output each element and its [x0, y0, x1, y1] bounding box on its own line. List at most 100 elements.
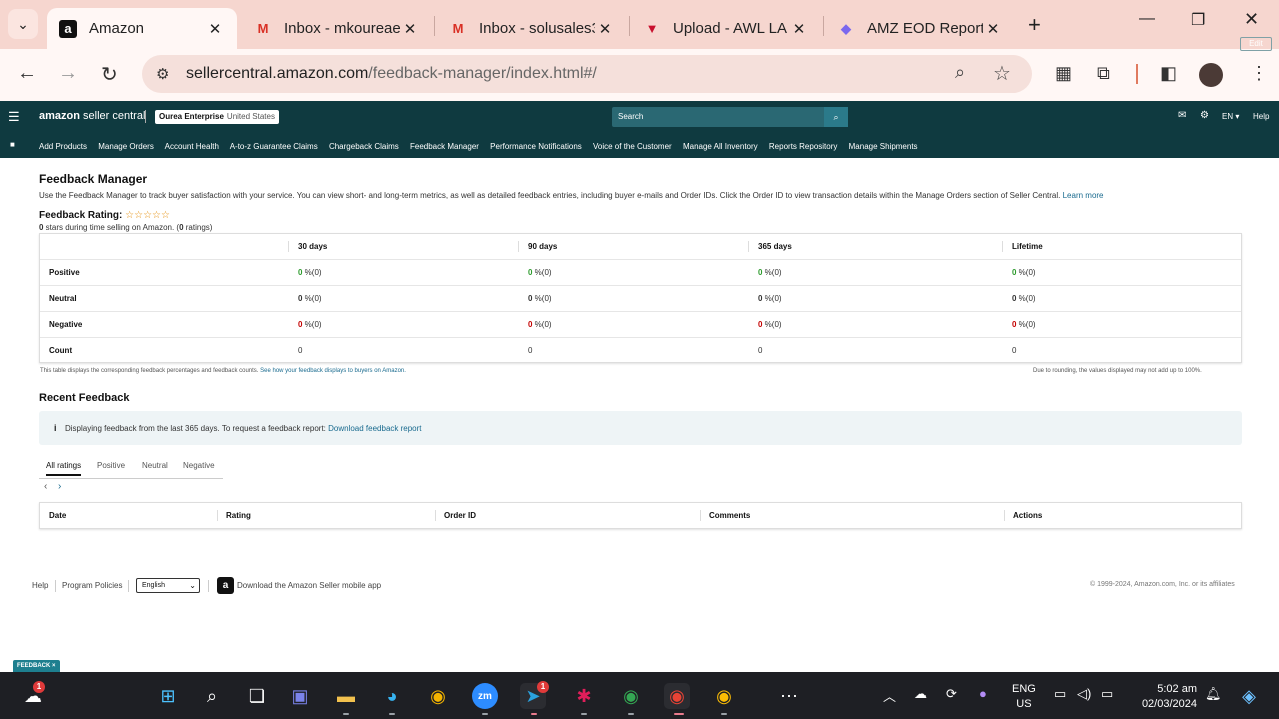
chrome-profile-icon[interactable]: ◉ — [711, 683, 737, 709]
mobile-app-link[interactable]: Download the Amazon Seller mobile app — [237, 581, 381, 590]
buyer-display-link[interactable]: See how your feedback displays to buyers… — [260, 368, 406, 374]
close-icon[interactable]: ✕ — [789, 20, 809, 38]
teams-icon[interactable]: ▣ — [287, 683, 313, 709]
nav-voice-of-customer[interactable]: Voice of the Customer — [593, 142, 672, 151]
forward-icon[interactable]: → — [58, 62, 78, 85]
feedback-tab[interactable]: FEEDBACK × — [13, 660, 60, 672]
nav-add-products[interactable]: Add Products — [39, 142, 87, 151]
copilot-icon[interactable]: ◈ — [1236, 683, 1262, 709]
nav-performance-notifications[interactable]: Performance Notifications — [490, 142, 582, 151]
nav-manage-shipments[interactable]: Manage Shipments — [849, 142, 918, 151]
menu-kebab-icon[interactable]: ⋮ — [1250, 63, 1268, 84]
chrome-profile-icon[interactable]: ◉ — [618, 683, 644, 709]
nav-a-to-z-claims[interactable]: A-to-z Guarantee Claims — [230, 142, 318, 151]
minimize-icon[interactable]: — — [1139, 10, 1155, 28]
language-select[interactable]: English ⌄ — [136, 578, 200, 593]
nav-manage-orders[interactable]: Manage Orders — [98, 142, 154, 151]
edit-nav-button[interactable]: Edit — [1240, 37, 1272, 51]
search-icon[interactable]: ⌕ — [199, 683, 225, 709]
column-header-comments[interactable]: Comments — [709, 511, 750, 520]
tab-search-button[interactable]: ⌄ — [8, 9, 38, 39]
zoom-icon[interactable]: ⌕ — [955, 62, 965, 83]
task-view-icon[interactable]: ❏ — [244, 683, 270, 709]
qr-code-icon[interactable]: ▦ — [1055, 63, 1072, 84]
browser-tab-gmail-1[interactable]: M Inbox - mkoureae ✕ — [242, 8, 432, 49]
nav-account-health[interactable]: Account Health — [165, 142, 219, 151]
column-header-order-id[interactable]: Order ID — [444, 511, 476, 520]
network-icon[interactable]: ▭ — [1054, 686, 1066, 702]
url-text[interactable]: sellercentral.amazon.com/feedback-manage… — [186, 65, 597, 83]
drive-icon[interactable]: ☁ — [914, 686, 927, 702]
language-selector[interactable]: EN ▾ — [1222, 112, 1239, 121]
learn-more-link[interactable]: Learn more — [1063, 191, 1104, 200]
close-icon[interactable]: ✕ — [400, 20, 420, 38]
nav-reports-repository[interactable]: Reports Repository — [769, 142, 837, 151]
bookmark-icon[interactable]: ■ — [10, 140, 15, 149]
column-header-actions[interactable]: Actions — [1013, 511, 1042, 520]
program-policies-link[interactable]: Program Policies — [62, 581, 122, 590]
close-icon[interactable]: ✕ — [983, 20, 1003, 38]
chevron-down-icon: ⌄ — [189, 581, 196, 590]
row-divider — [40, 337, 1241, 338]
reload-icon[interactable]: ↻ — [101, 62, 118, 87]
column-header: 365 days — [758, 242, 792, 251]
chrome-icon[interactable]: ◉ — [425, 683, 451, 709]
tab-neutral[interactable]: Neutral — [142, 461, 168, 470]
address-bar[interactable]: ⚙ sellercentral.amazon.com/feedback-mana… — [142, 55, 1032, 93]
browser-tab-amazon[interactable]: a Amazon ✕ — [47, 8, 237, 49]
search-icon[interactable]: ⌕ — [824, 107, 848, 127]
logo-light: seller central — [79, 110, 146, 122]
tab-positive[interactable]: Positive — [97, 461, 125, 470]
sync-icon[interactable]: ⟳ — [946, 686, 957, 702]
tab-negative[interactable]: Negative — [183, 461, 215, 470]
chevron-right-icon[interactable]: › — [58, 481, 61, 492]
language-indicator[interactable]: ENG US — [1012, 682, 1036, 712]
volume-icon[interactable]: ◁) — [1077, 686, 1091, 702]
browser-tab-gmail-2[interactable]: M Inbox - solusales3 ✕ — [437, 8, 627, 49]
chrome-profile-active-icon[interactable]: ◉ — [664, 683, 690, 709]
mail-icon[interactable]: ✉ — [1178, 110, 1186, 121]
windows-start-icon[interactable]: ⊞ — [155, 683, 181, 709]
search-input[interactable]: Search — [612, 107, 824, 127]
more-apps-icon[interactable]: ⋯ — [776, 683, 802, 709]
nav-manage-inventory[interactable]: Manage All Inventory — [683, 142, 758, 151]
file-explorer-icon[interactable]: ▬ — [333, 683, 359, 709]
hamburger-menu-icon[interactable]: ☰ — [8, 109, 20, 125]
site-info-icon[interactable]: ⚙ — [156, 65, 169, 83]
gear-icon[interactable]: ⚙ — [1200, 110, 1209, 121]
tray-overflow-icon[interactable]: ︿ — [883, 686, 896, 705]
slack-icon[interactable]: ✱ — [571, 683, 597, 709]
store-selector[interactable]: Ourea Enterprise United States — [155, 110, 279, 124]
edge-icon[interactable]: ◕ — [379, 683, 405, 709]
restore-icon[interactable]: ❐ — [1191, 10, 1205, 30]
nav-feedback-manager[interactable]: Feedback Manager — [410, 142, 479, 151]
window-close-icon[interactable]: ✕ — [1244, 9, 1259, 30]
close-icon[interactable]: ✕ — [205, 20, 225, 38]
new-tab-button[interactable]: + — [1028, 12, 1041, 38]
back-icon[interactable]: ← — [17, 62, 37, 85]
row-label: Neutral — [49, 294, 77, 303]
close-icon[interactable]: ✕ — [595, 20, 615, 38]
browser-tab-amz-eod[interactable]: ◆ AMZ EOD Report ✕ — [825, 8, 1015, 49]
download-report-link[interactable]: Download feedback report — [328, 424, 421, 433]
help-link[interactable]: Help — [1253, 112, 1269, 121]
tab-divider — [629, 16, 630, 36]
bookmark-star-icon[interactable]: ☆ — [993, 61, 1011, 86]
notification-bell-icon[interactable]: 🔔︎ — [1205, 686, 1222, 702]
profile-avatar[interactable] — [1199, 63, 1223, 87]
zoom-app-icon[interactable]: zm — [472, 683, 498, 709]
browser-tab-upload[interactable]: ▼ Upload - AWL LA ✕ — [631, 8, 821, 49]
cell-suffix: %(0) — [532, 320, 552, 329]
column-header-date[interactable]: Date — [49, 511, 66, 520]
battery-icon[interactable]: ▭ — [1101, 686, 1113, 702]
chevron-left-icon[interactable]: ‹ — [44, 481, 47, 492]
system-clock[interactable]: 5:02 am 02/03/2024 — [1133, 682, 1197, 712]
footer-help-link[interactable]: Help — [32, 581, 48, 590]
microphone-icon[interactable]: ● — [979, 686, 987, 701]
seller-central-logo[interactable]: amazon seller central — [39, 110, 145, 122]
nav-chargeback-claims[interactable]: Chargeback Claims — [329, 142, 399, 151]
extensions-icon[interactable]: ⧉ — [1097, 63, 1110, 84]
column-header-rating[interactable]: Rating — [226, 511, 251, 520]
tab-all-ratings[interactable]: All ratings — [46, 461, 82, 476]
side-panel-icon[interactable]: ◧ — [1160, 63, 1177, 84]
